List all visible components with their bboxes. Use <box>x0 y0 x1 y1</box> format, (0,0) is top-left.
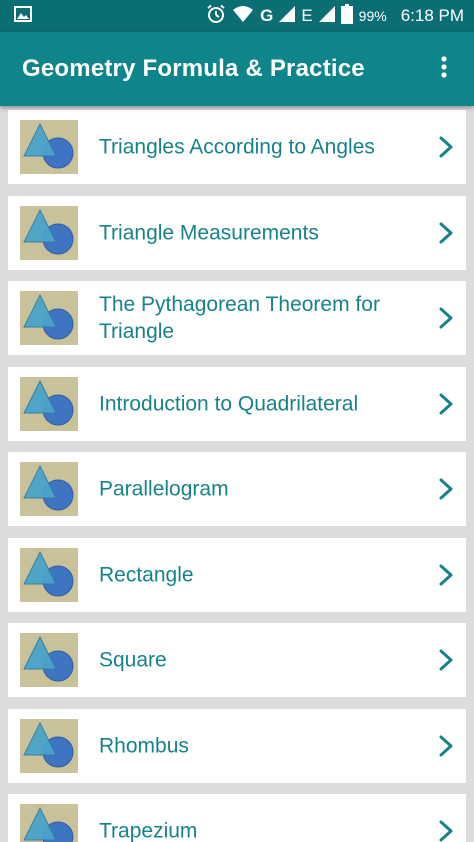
alarm-icon <box>206 4 226 28</box>
network-g-label: G <box>260 6 274 25</box>
topic-label: Square <box>99 648 167 672</box>
chevron-right-icon <box>438 648 454 672</box>
topic-list-item[interactable]: Square <box>8 623 466 697</box>
image-icon <box>14 6 32 26</box>
chevron-right-icon <box>438 135 454 159</box>
wifi-icon <box>232 5 254 27</box>
chevron-right-icon <box>438 392 454 416</box>
status-right: G E 99% 6:18 PM <box>206 4 464 28</box>
topic-label: Rhombus <box>99 734 189 758</box>
triangle-circle-icon <box>20 633 78 687</box>
battery-percent: 99% <box>358 8 387 24</box>
signal-icon <box>279 6 296 26</box>
triangle-circle-icon <box>20 206 78 260</box>
topic-list-item[interactable]: Triangles According to Angles <box>8 110 466 184</box>
topic-list-item[interactable]: Rhombus <box>8 709 466 783</box>
status-left <box>14 6 206 26</box>
clock: 6:18 PM <box>400 6 464 25</box>
topic-list-item[interactable]: Trapezium <box>8 794 466 842</box>
topic-label: Triangles According to Angles <box>99 135 375 159</box>
chevron-right-icon <box>438 819 454 842</box>
triangle-circle-icon <box>20 377 78 431</box>
signal-icon <box>318 6 335 26</box>
page-title: Geometry Formula & Practice <box>22 55 365 82</box>
triangle-circle-icon <box>20 548 78 602</box>
topic-label: The Pythagorean Theorem for Triangle <box>99 293 380 343</box>
topic-list-item[interactable]: Rectangle <box>8 538 466 612</box>
topic-label: Parallelogram <box>99 477 229 501</box>
app-bar: Geometry Formula & Practice <box>0 32 474 106</box>
topic-label: Rectangle <box>99 563 194 587</box>
triangle-circle-icon <box>20 291 78 345</box>
topic-label: Triangle Measurements <box>99 221 319 245</box>
chevron-right-icon <box>438 563 454 587</box>
more-vert-icon <box>441 55 447 83</box>
triangle-circle-icon <box>20 120 78 174</box>
chevron-right-icon <box>438 734 454 758</box>
topic-list-item[interactable]: Triangle Measurements <box>8 196 466 270</box>
battery-icon <box>340 4 353 28</box>
status-bar: G E 99% 6:18 PM <box>0 0 474 32</box>
network-e-label: E <box>301 6 313 25</box>
topic-list-item[interactable]: Introduction to Quadrilateral <box>8 367 466 441</box>
triangle-circle-icon <box>20 804 78 842</box>
chevron-right-icon <box>438 306 454 330</box>
topic-label: Introduction to Quadrilateral <box>99 392 359 416</box>
topic-label: Trapezium <box>99 819 198 842</box>
chevron-right-icon <box>438 221 454 245</box>
chevron-right-icon <box>438 477 454 501</box>
topic-list-item[interactable]: Parallelogram <box>8 452 466 526</box>
topic-list[interactable]: Triangles According to Angles Triangle Me… <box>0 106 474 842</box>
triangle-circle-icon <box>20 719 78 773</box>
triangle-circle-icon <box>20 462 78 516</box>
topic-list-item[interactable]: The Pythagorean Theorem for Triangle <box>8 281 466 355</box>
overflow-menu-button[interactable] <box>432 49 456 89</box>
